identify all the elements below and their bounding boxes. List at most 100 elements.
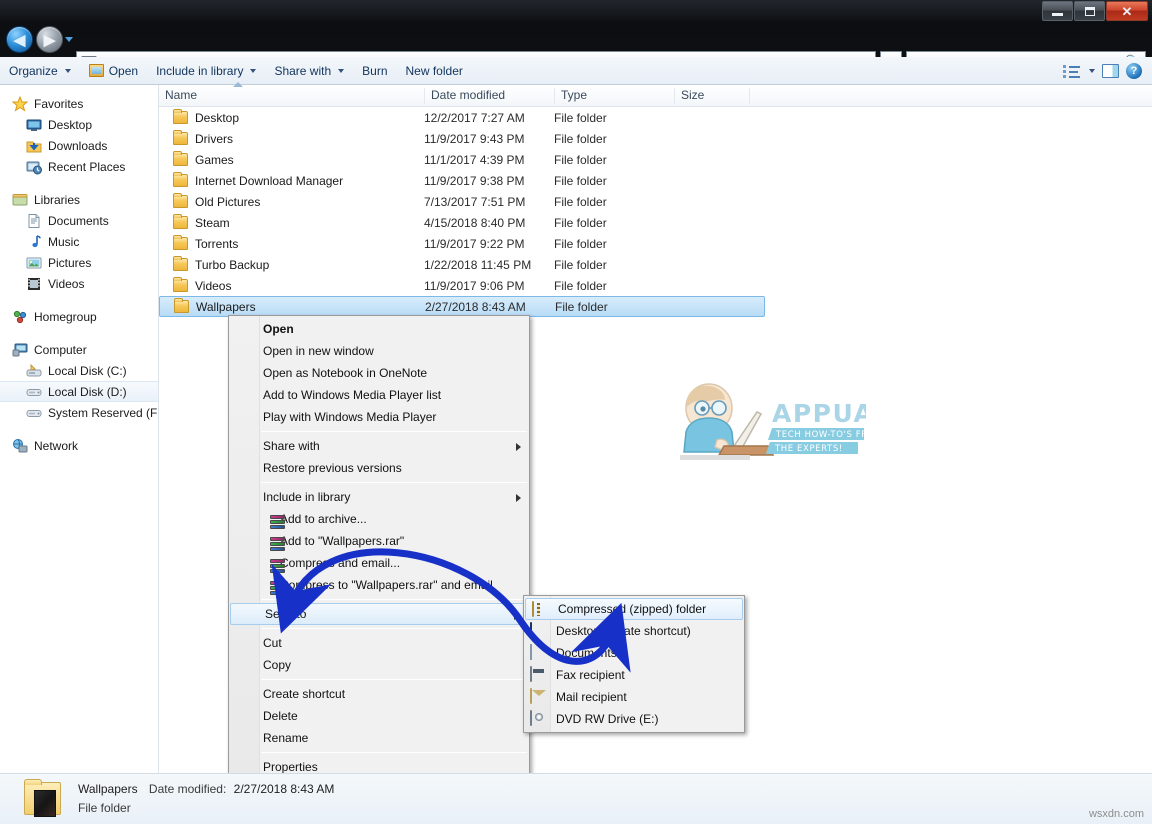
table-row[interactable]: Videos 11/9/2017 9:06 PM File folder — [159, 275, 1152, 296]
context-menu-item-cut[interactable]: Cut — [229, 632, 529, 654]
sidebar-group-libraries[interactable]: Libraries — [0, 189, 158, 210]
column-header-type[interactable]: Type — [554, 88, 674, 104]
sendto-item-mail-recipient[interactable]: Mail recipient — [524, 686, 744, 708]
chevron-down-icon — [250, 69, 256, 73]
column-header-name[interactable]: Name — [159, 88, 424, 104]
toolbar-share-with-button[interactable]: Share with — [265, 61, 353, 81]
file-name-cell: Steam — [173, 216, 230, 230]
context-menu-item-restore-previous-versions[interactable]: Restore previous versions — [229, 457, 529, 479]
toolbar-right-group: ? — [1063, 63, 1152, 79]
forward-button[interactable]: ▶ — [36, 26, 63, 53]
sidebar-item-system-reserved-f[interactable]: System Reserved (F:) — [0, 402, 158, 423]
help-icon[interactable]: ? — [1126, 63, 1142, 79]
context-menu-label: Compress to "Wallpapers.rar" and email — [280, 578, 493, 592]
table-row[interactable]: Desktop 12/2/2017 7:27 AM File folder — [159, 107, 1152, 128]
column-header-name-label: Name — [165, 88, 197, 102]
sidebar-item-videos[interactable]: Videos — [0, 273, 158, 294]
sidebar-group-favorites[interactable]: Favorites — [0, 93, 158, 114]
sendto-item-documents[interactable]: Documents — [524, 642, 744, 664]
context-menu-label: Add to Windows Media Player list — [263, 388, 441, 402]
table-row[interactable]: Drivers 11/9/2017 9:43 PM File folder — [159, 128, 1152, 149]
toolbar-burn-button[interactable]: Burn — [353, 61, 396, 81]
file-name-text: Steam — [195, 216, 230, 230]
sidebar-spacer — [0, 423, 158, 435]
sidebar-item-desktop[interactable]: Desktop — [0, 114, 158, 135]
toolbar-open-button[interactable]: Open — [80, 61, 147, 81]
sidebar-item-documents[interactable]: Documents — [0, 210, 158, 231]
fax-icon — [530, 667, 547, 683]
context-menu-item-create-shortcut[interactable]: Create shortcut — [229, 683, 529, 705]
context-menu-item-compress-and-email[interactable]: Compress and email... — [229, 552, 529, 574]
submenu-arrow-icon — [516, 443, 521, 451]
context-menu-item-open-as-notebook-in-onenote[interactable]: Open as Notebook in OneNote — [229, 362, 529, 384]
views-icon[interactable] — [1063, 64, 1080, 78]
maximize-button[interactable] — [1074, 1, 1105, 21]
toolbar-organize-button[interactable]: Organize — [0, 61, 80, 81]
context-menu-item-open[interactable]: Open — [229, 318, 529, 340]
context-menu-label: Open as Notebook in OneNote — [263, 366, 427, 380]
help-glyph: ? — [1131, 65, 1138, 77]
navigation-pane[interactable]: Favorites Desktop Downloads Recent Place… — [0, 85, 159, 773]
table-row[interactable]: Games 11/1/2017 4:39 PM File folder — [159, 149, 1152, 170]
sidebar-label-system-reserved-f: System Reserved (F:) — [48, 406, 159, 420]
minimize-button[interactable] — [1042, 1, 1073, 21]
context-menu-item-add-to-wallpapers-rar[interactable]: Add to "Wallpapers.rar" — [229, 530, 529, 552]
back-button[interactable]: ◀ — [6, 26, 33, 53]
table-row[interactable]: Old Pictures 7/13/2017 7:51 PM File fold… — [159, 191, 1152, 212]
preview-pane-icon[interactable] — [1102, 64, 1119, 78]
context-menu-item-add-to-wmp-list[interactable]: Add to Windows Media Player list — [229, 384, 529, 406]
explorer-window: ✕ ◀ ▶ ▸ Computer ▸ Local Disk (D:) ▸ ↻ 🔍 — [0, 0, 1152, 824]
toolbar-new-folder-label: New folder — [406, 64, 463, 78]
column-header-date-modified[interactable]: Date modified — [424, 88, 554, 104]
table-row[interactable]: Turbo Backup 1/22/2018 11:45 PM File fol… — [159, 254, 1152, 275]
file-type-cell: File folder — [554, 279, 607, 293]
table-row-selected[interactable]: Wallpapers 2/27/2018 8:43 AM File folder — [159, 296, 765, 317]
views-caret-icon[interactable] — [1089, 69, 1095, 73]
film-icon — [26, 276, 42, 292]
toolbar-new-folder-button[interactable]: New folder — [397, 61, 472, 81]
documents-icon — [530, 645, 547, 661]
sidebar-item-local-disk-d[interactable]: Local Disk (D:) — [0, 381, 158, 402]
table-row[interactable]: Internet Download Manager 11/9/2017 9:38… — [159, 170, 1152, 191]
sendto-item-compressed-zipped-folder[interactable]: Compressed (zipped) folder — [525, 598, 743, 620]
context-menu-item-copy[interactable]: Copy — [229, 654, 529, 676]
sendto-item-dvd-rw-drive-e[interactable]: DVD RW Drive (E:) — [524, 708, 744, 730]
sidebar-group-homegroup[interactable]: Homegroup — [0, 306, 158, 327]
sidebar-label-homegroup: Homegroup — [34, 310, 97, 324]
close-icon: ✕ — [1122, 5, 1133, 18]
context-menu-item-compress-to-wallpapers-rar-and-email[interactable]: Compress to "Wallpapers.rar" and email — [229, 574, 529, 596]
file-type-cell: File folder — [554, 132, 607, 146]
sidebar-item-local-disk-c[interactable]: Local Disk (C:) — [0, 360, 158, 381]
context-menu-item-rename[interactable]: Rename — [229, 727, 529, 749]
sidebar-item-recent-places[interactable]: Recent Places — [0, 156, 158, 177]
toolbar-include-in-library-button[interactable]: Include in library — [147, 61, 265, 81]
close-button[interactable]: ✕ — [1106, 1, 1148, 21]
sendto-item-label: Desktop (create shortcut) — [556, 624, 691, 638]
context-menu-item-send-to[interactable]: Send to — [230, 603, 528, 625]
sendto-submenu[interactable]: Compressed (zipped) folder Desktop (crea… — [523, 595, 745, 733]
context-menu-item-open-in-new-window[interactable]: Open in new window — [229, 340, 529, 362]
context-menu-item-add-to-archive[interactable]: Add to archive... — [229, 508, 529, 530]
context-menu-label: Share with — [263, 439, 320, 453]
context-menu[interactable]: Open Open in new window Open as Notebook… — [228, 315, 530, 781]
table-row[interactable]: Steam 4/15/2018 8:40 PM File folder — [159, 212, 1152, 233]
context-menu-item-include-in-library[interactable]: Include in library — [229, 486, 529, 508]
sidebar-item-pictures[interactable]: Pictures — [0, 252, 158, 273]
zip-folder-icon — [532, 602, 549, 618]
file-name-cell: Videos — [173, 279, 231, 293]
context-menu-label: Delete — [263, 709, 298, 723]
column-header-size[interactable]: Size — [674, 88, 749, 104]
context-menu-item-play-with-wmp[interactable]: Play with Windows Media Player — [229, 406, 529, 428]
computer-icon — [12, 342, 28, 358]
table-row[interactable]: Torrents 11/9/2017 9:22 PM File folder — [159, 233, 1152, 254]
sendto-item-desktop-create-shortcut[interactable]: Desktop (create shortcut) — [524, 620, 744, 642]
sidebar-item-downloads[interactable]: Downloads — [0, 135, 158, 156]
sidebar-item-music[interactable]: Music — [0, 231, 158, 252]
context-menu-item-delete[interactable]: Delete — [229, 705, 529, 727]
history-dropdown-icon[interactable] — [65, 37, 73, 42]
context-menu-item-share-with[interactable]: Share with — [229, 435, 529, 457]
sendto-item-fax-recipient[interactable]: Fax recipient — [524, 664, 744, 686]
sidebar-group-computer[interactable]: Computer — [0, 339, 158, 360]
sidebar-group-network[interactable]: Network — [0, 435, 158, 456]
sidebar-label-desktop: Desktop — [48, 118, 92, 132]
